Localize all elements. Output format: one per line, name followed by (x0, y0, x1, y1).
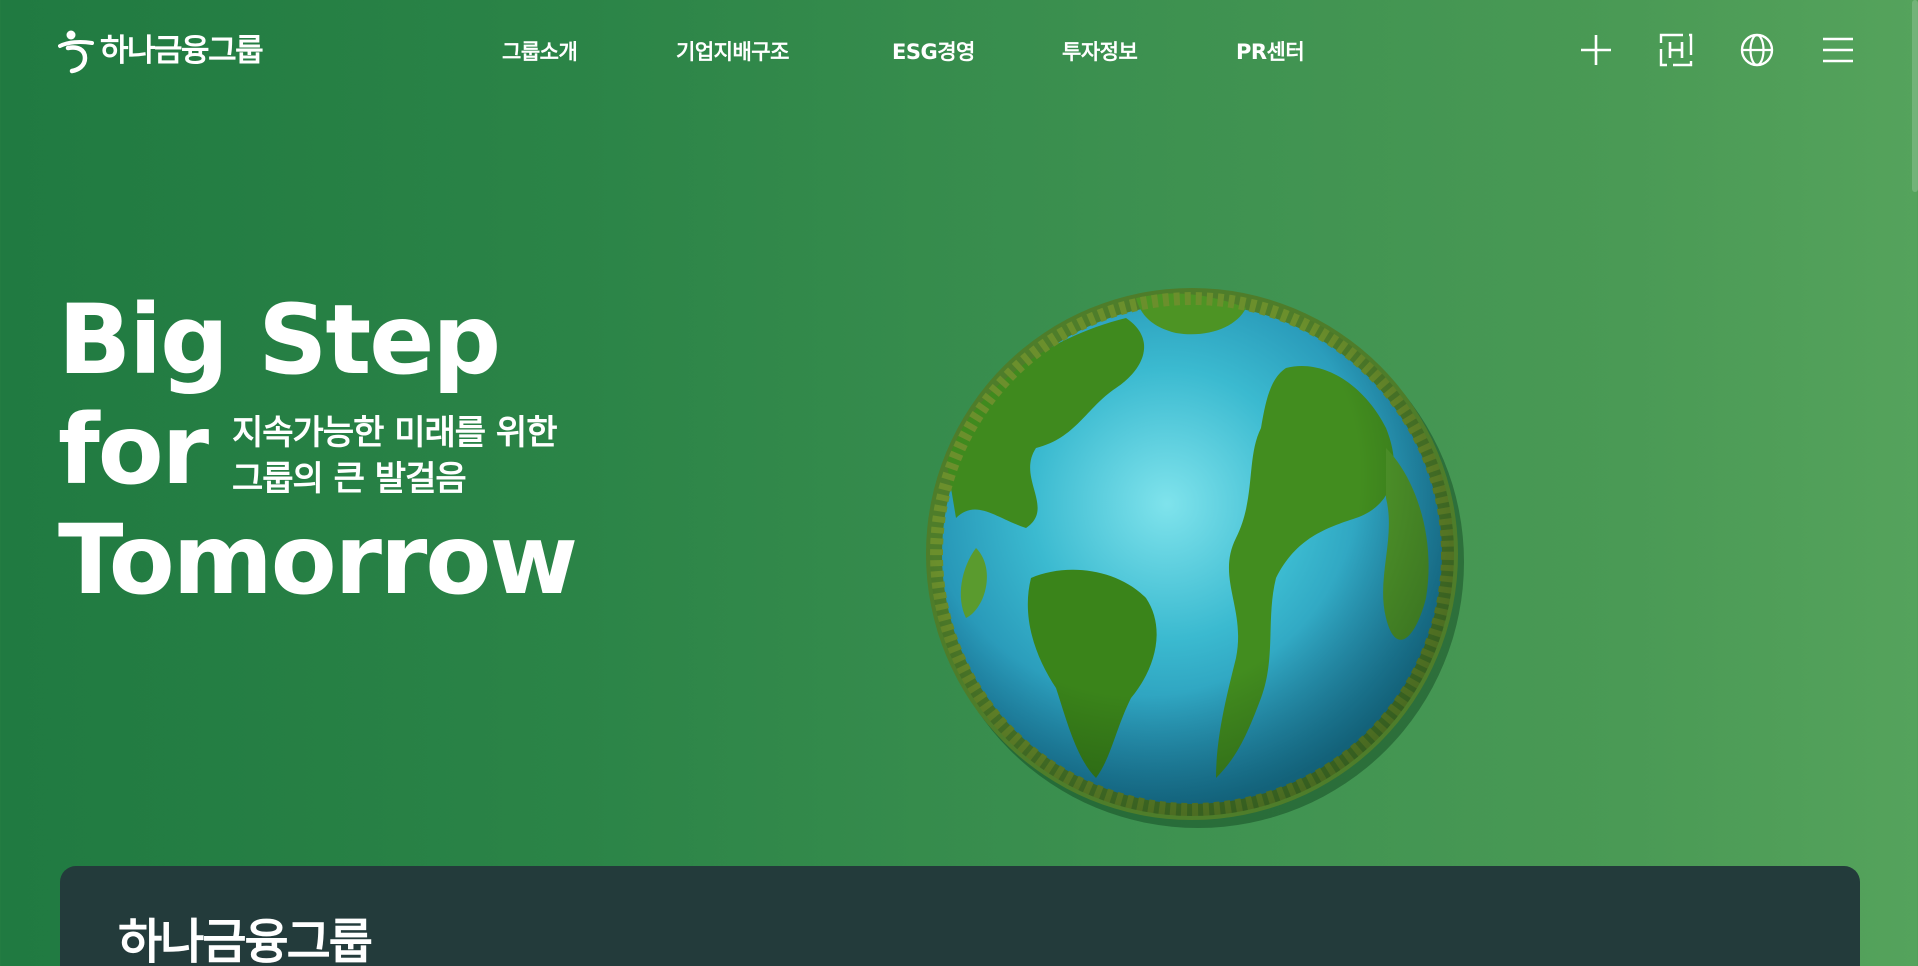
nav-item-about[interactable]: 그룹소개 (502, 36, 578, 66)
group-info-card: 하나금융그룹 (60, 866, 1860, 966)
h-badge-icon (1659, 33, 1693, 67)
hero-subtitle-line2: 그룹의 큰 발걸음 (232, 459, 467, 499)
hero-title-line3: Tomorrow (58, 504, 578, 616)
nav-item-esg[interactable]: ESG경영 (892, 36, 975, 66)
scrollbar[interactable] (1912, 0, 1918, 192)
main-nav: 그룹소개 기업지배구조 ESG경영 투자정보 PR센터 (0, 0, 1918, 100)
plus-icon (1581, 35, 1611, 65)
nav-item-governance[interactable]: 기업지배구조 (676, 36, 789, 66)
top-header: 하나금융그룹 그룹소개 기업지배구조 ESG경영 투자정보 PR센터 (0, 0, 1918, 100)
language-button[interactable] (1737, 30, 1777, 70)
menu-icon (1823, 37, 1853, 63)
hero-title-line1: Big Step (58, 284, 501, 396)
hero-subtitle: 지속가능한 미래를 위한 그룹의 큰 발걸음 (232, 410, 557, 502)
globe-icon (1740, 33, 1774, 67)
earth-globe-image (926, 288, 1464, 828)
nav-item-pr[interactable]: PR센터 (1236, 36, 1305, 66)
menu-button[interactable] (1818, 30, 1858, 70)
hero-subtitle-line1: 지속가능한 미래를 위한 (232, 413, 557, 453)
nav-item-investor[interactable]: 투자정보 (1062, 36, 1138, 66)
hero-title-line2: for (58, 394, 209, 506)
section-title: 하나금융그룹 (118, 914, 373, 966)
h-badge-button[interactable] (1656, 30, 1696, 70)
plus-button[interactable] (1576, 30, 1616, 70)
